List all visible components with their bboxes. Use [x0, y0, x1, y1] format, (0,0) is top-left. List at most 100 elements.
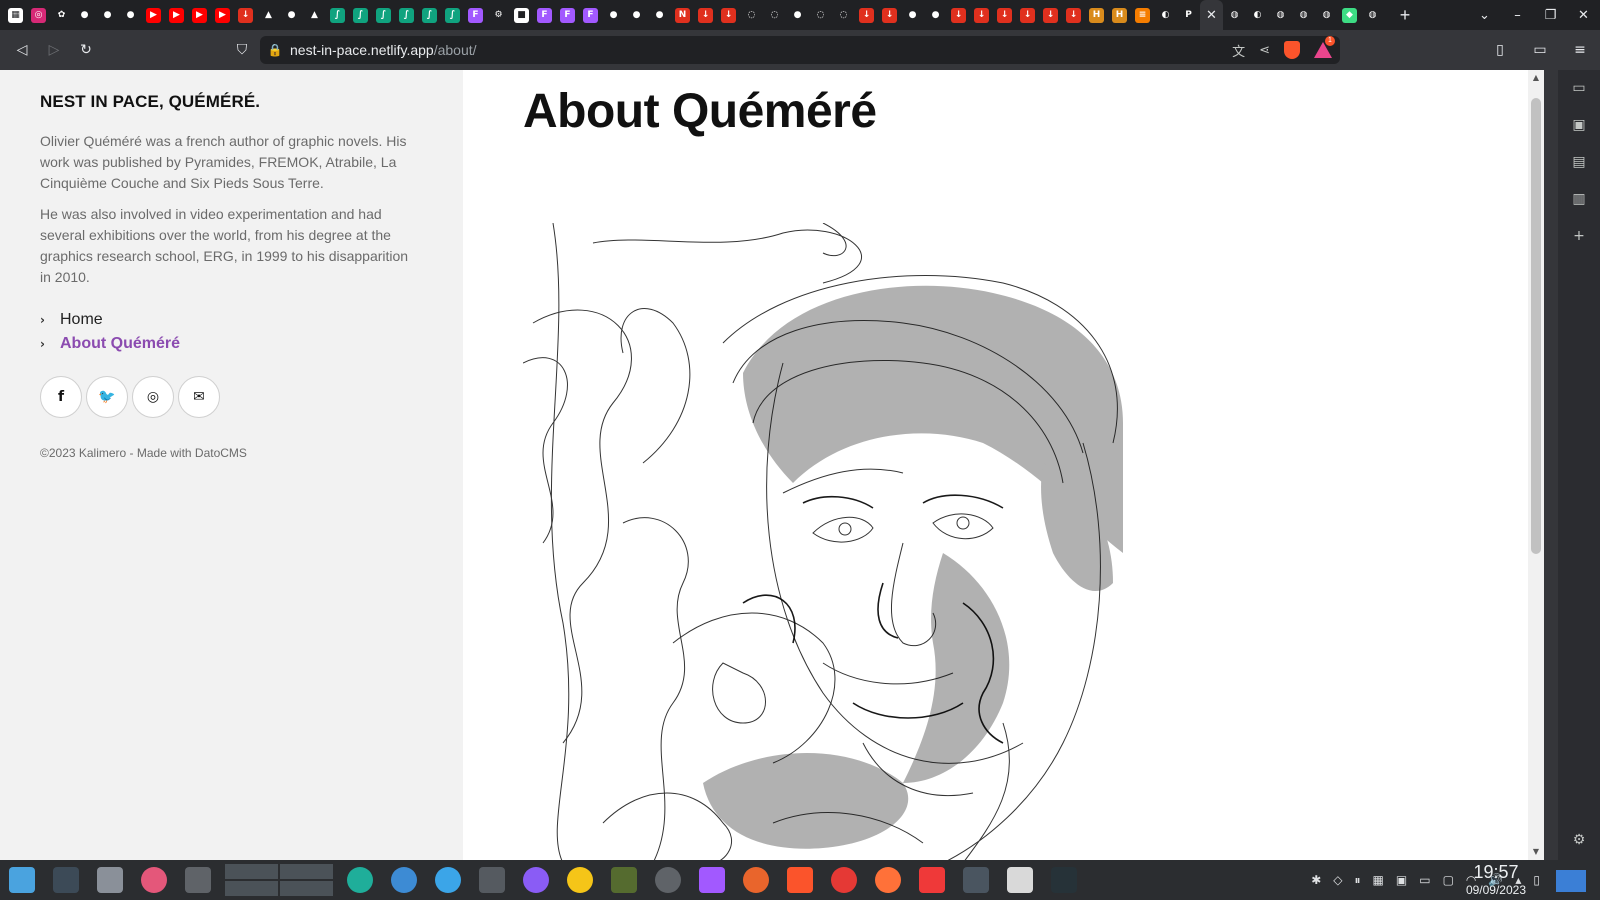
browser-tab[interactable]: ↓ [970, 0, 993, 30]
browser-tab[interactable]: ◌ [740, 0, 763, 30]
desktop-3[interactable] [224, 880, 279, 897]
browser-tab[interactable]: ∫ [418, 0, 441, 30]
reading-list-icon[interactable]: ▥ [1572, 191, 1585, 207]
address-bar[interactable]: 🔒 nest-in-pace.netlify.app /about/ 文 ⋖ 1 [260, 36, 1340, 64]
close-tab-icon[interactable]: ✕ [1206, 7, 1217, 23]
nav-item-label[interactable]: Home [60, 311, 103, 329]
browser-tab[interactable]: ∫ [372, 0, 395, 30]
new-tab-button[interactable]: + [1390, 0, 1420, 30]
browser-tab[interactable]: ≡ [1131, 0, 1154, 30]
browser-tab[interactable]: ▶ [165, 0, 188, 30]
dropbox-icon[interactable]: ◇ [1333, 873, 1342, 887]
back-button[interactable]: ◁ [6, 34, 38, 66]
browser-tab[interactable]: H [1085, 0, 1108, 30]
browser-tab[interactable]: ∫ [349, 0, 372, 30]
taskbar-app[interactable] [176, 860, 220, 900]
browser-tab[interactable]: ◍ [1269, 0, 1292, 30]
browser-tab[interactable]: ◌ [809, 0, 832, 30]
desktop-1[interactable] [224, 863, 279, 880]
browser-tab[interactable]: ● [119, 0, 142, 30]
bookmarks-icon[interactable]: ▤ [1572, 154, 1585, 170]
browser-tab[interactable]: ● [602, 0, 625, 30]
browser-tab[interactable]: ● [648, 0, 671, 30]
browser-tab[interactable]: ◍ [1315, 0, 1338, 30]
browser-tab[interactable]: ▶ [142, 0, 165, 30]
taskbar-app[interactable] [822, 860, 866, 900]
browser-tab[interactable]: ◎ [27, 0, 50, 30]
virtual-desktop-pager[interactable] [224, 863, 334, 897]
minimize-button[interactable]: – [1501, 0, 1534, 30]
browser-tab[interactable]: ● [73, 0, 96, 30]
browser-tab[interactable]: ↓ [694, 0, 717, 30]
taskbar-app[interactable] [382, 860, 426, 900]
show-desktop-button[interactable] [1556, 870, 1586, 892]
browser-tab[interactable]: ◆ [1338, 0, 1361, 30]
taskbar-app[interactable] [998, 860, 1042, 900]
browser-tab[interactable]: ↓ [993, 0, 1016, 30]
browser-tab[interactable]: ▲ [257, 0, 280, 30]
lock-icon[interactable]: 🔒 [260, 43, 290, 57]
taskbar-app[interactable] [470, 860, 514, 900]
taskbar-app[interactable] [646, 860, 690, 900]
taskbar-app[interactable] [338, 860, 382, 900]
taskbar-app[interactable] [44, 860, 88, 900]
browser-tab[interactable]: ∫ [441, 0, 464, 30]
taskbar-app[interactable] [514, 860, 558, 900]
taskbar-app[interactable] [0, 860, 44, 900]
browser-tab[interactable]: ∫ [395, 0, 418, 30]
active-tab[interactable]: ✕ [1200, 0, 1223, 30]
restore-button[interactable]: ❐ [1534, 0, 1567, 30]
browser-tab[interactable]: ◍ [1292, 0, 1315, 30]
page-scrollbar[interactable]: ▲ ▼ [1528, 70, 1544, 860]
instagram-icon[interactable]: ◎ [132, 376, 174, 418]
facebook-icon[interactable]: f [40, 376, 82, 418]
add-panel-icon[interactable]: + [1573, 228, 1585, 244]
nav-item[interactable]: › Home [40, 308, 423, 332]
browser-tab[interactable]: ↓ [717, 0, 740, 30]
browser-tab[interactable]: ◌ [832, 0, 855, 30]
taskbar-app[interactable] [690, 860, 734, 900]
browser-tab[interactable]: F [464, 0, 487, 30]
site-title[interactable]: NEST IN PACE, QUÉMÉRÉ. [40, 92, 423, 112]
phone-icon[interactable]: ▯ [1533, 873, 1540, 887]
scroll-down-arrow[interactable]: ▼ [1528, 844, 1544, 860]
browser-tab[interactable]: H [1108, 0, 1131, 30]
browser-tab[interactable]: ▶ [211, 0, 234, 30]
taskbar-app[interactable] [426, 860, 470, 900]
taskbar-app[interactable] [602, 860, 646, 900]
browser-tab[interactable]: ∫ [326, 0, 349, 30]
taskbar-app[interactable] [88, 860, 132, 900]
display-icon[interactable]: ▢ [1443, 873, 1454, 887]
translate-icon[interactable]: 文 [1232, 41, 1245, 60]
browser-tab[interactable]: ● [280, 0, 303, 30]
taskbar-app[interactable] [132, 860, 176, 900]
browser-tab[interactable]: ◐ [1246, 0, 1269, 30]
browser-tab[interactable]: ◌ [763, 0, 786, 30]
desktop-4[interactable] [279, 880, 334, 897]
nav-item[interactable]: › About Quéméré [40, 332, 423, 356]
bluetooth-icon[interactable]: ✱ [1311, 873, 1321, 887]
bookmark-button[interactable]: ⛉ [226, 34, 258, 66]
browser-tab[interactable]: ↓ [1039, 0, 1062, 30]
share-icon[interactable]: ⋖ [1259, 43, 1270, 58]
scrollbar-thumb[interactable] [1531, 98, 1541, 554]
menu-icon[interactable]: ≡ [1560, 42, 1600, 58]
browser-tab[interactable]: ↓ [1016, 0, 1039, 30]
brave-shields-icon[interactable] [1284, 41, 1300, 59]
browser-tab[interactable]: ◍ [1361, 0, 1384, 30]
browser-tab[interactable]: ↓ [947, 0, 970, 30]
browser-tab[interactable]: ● [901, 0, 924, 30]
forward-button[interactable]: ▷ [38, 34, 70, 66]
browser-tab[interactable]: ◍ [1223, 0, 1246, 30]
browser-tab[interactable]: ▶ [188, 0, 211, 30]
taskbar-app[interactable] [778, 860, 822, 900]
sidebar-toggle-icon[interactable]: ▯ [1480, 42, 1520, 58]
battery-icon[interactable]: ▭ [1419, 873, 1430, 887]
browser-tab[interactable]: ⚙ [487, 0, 510, 30]
browser-tab[interactable]: ▦ [4, 0, 27, 30]
browser-tab[interactable]: ● [924, 0, 947, 30]
scroll-up-arrow[interactable]: ▲ [1528, 70, 1544, 86]
browser-tab[interactable]: N [671, 0, 694, 30]
browser-tab[interactable]: F [579, 0, 602, 30]
browser-tab[interactable]: P [1177, 0, 1200, 30]
